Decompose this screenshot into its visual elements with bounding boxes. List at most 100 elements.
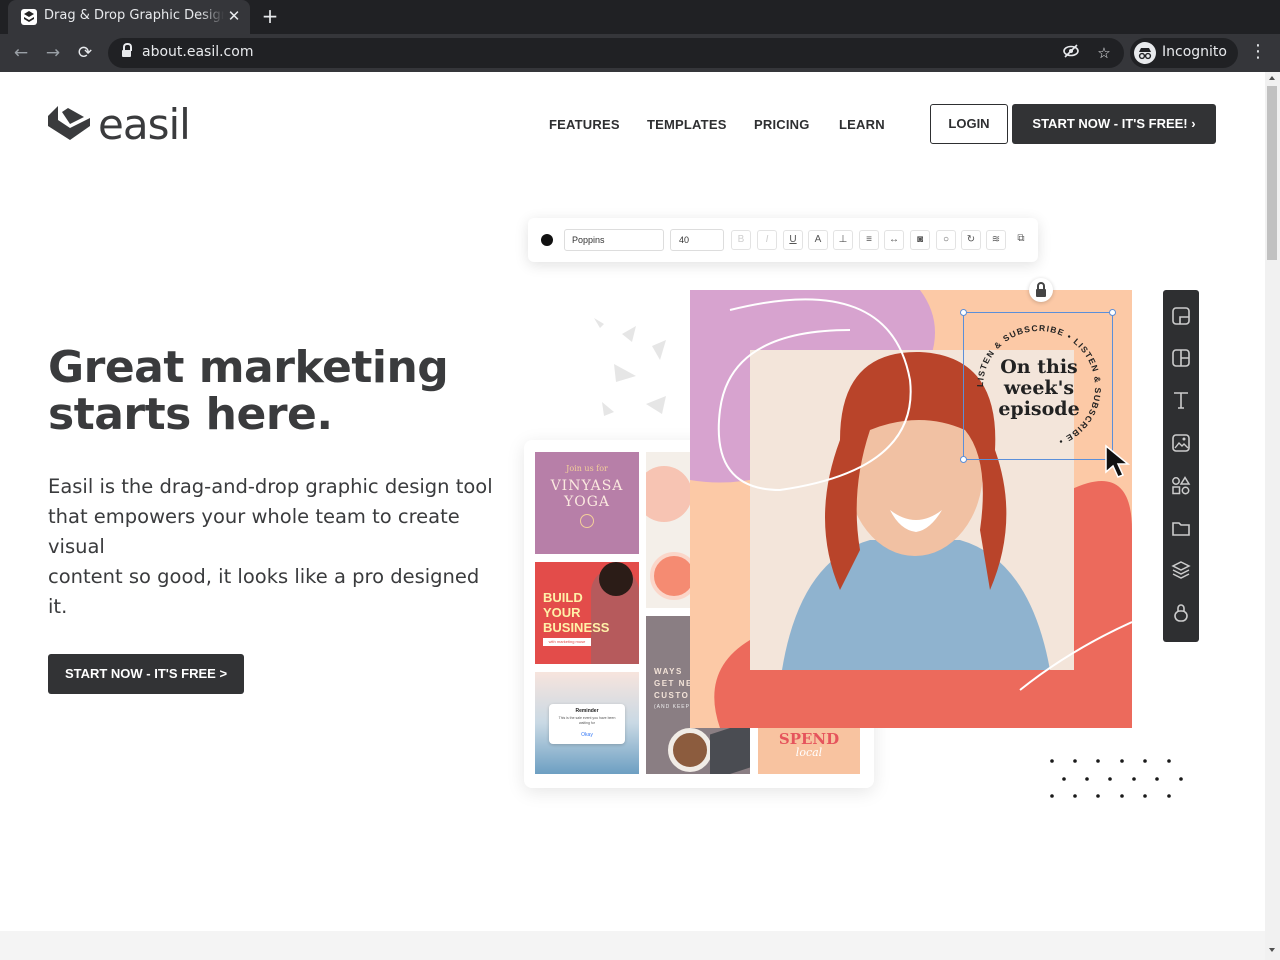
logo-text: easil — [98, 100, 191, 149]
hero-sub-line: Easil is the drag-and-drop graphic desig… — [48, 475, 493, 498]
layers-panel-icon — [1171, 561, 1191, 579]
login-button[interactable]: LOGIN — [930, 104, 1008, 144]
folder-panel-icon — [1172, 522, 1190, 536]
ways-line: GET NE — [654, 679, 693, 688]
ways-line: WAYS — [654, 667, 683, 676]
decorative-chevrons — [594, 318, 666, 416]
bookmark-star-icon[interactable]: ☆ — [1093, 42, 1115, 64]
resize-panel-icon — [1172, 307, 1190, 325]
bold-icon: B — [731, 230, 751, 250]
badge-line: On this — [1000, 356, 1078, 378]
incognito-badge[interactable]: Incognito — [1130, 38, 1238, 68]
thumb-reminder: Reminder This is the sale event you have… — [535, 672, 639, 774]
thumb-build-small: with marketing muse — [543, 638, 591, 646]
reminder-body: This is the sale event you have been wai… — [558, 716, 616, 725]
font-size-select: 40 — [670, 229, 724, 251]
circle-icon: ○ — [936, 230, 956, 250]
hero-subtitle: Easil is the drag-and-drop graphic desig… — [48, 472, 508, 622]
coffee-cup — [668, 728, 712, 772]
start-now-header-button[interactable]: START NOW - IT'S FREE! › — [1012, 104, 1216, 144]
layers-icon: ≋ — [986, 230, 1006, 250]
shapes-panel-icon — [1172, 476, 1191, 495]
reminder-title: Reminder — [575, 708, 599, 714]
incognito-label: Incognito — [1162, 44, 1227, 60]
browser-tab-bar: Drag & Drop Graphic Design ✕ + — [0, 0, 1280, 34]
align-icon: ≡ — [859, 230, 879, 250]
hero-title: Great marketing starts here. — [48, 344, 488, 438]
text-panel-icon — [1174, 392, 1188, 409]
reminder-dialog: Reminder This is the sale event you have… — [549, 704, 625, 744]
badge-line: episode — [998, 398, 1080, 420]
fruit-shape-1 — [646, 466, 692, 522]
hero-sub-line: it. — [48, 595, 68, 618]
hero-sub-line: content so good, it looks like a pro des… — [48, 565, 480, 588]
resize-handle — [1109, 309, 1116, 316]
thumb-yoga-small: Join us for — [566, 464, 608, 473]
tracking-blocked-icon[interactable] — [1060, 42, 1082, 64]
new-tab-button[interactable]: + — [258, 5, 282, 29]
hero-sub-line: that empowers your whole team to create — [48, 505, 460, 528]
underline-icon: U — [783, 230, 803, 250]
scroll-down-arrow-icon[interactable] — [1269, 948, 1275, 952]
browser-menu-icon[interactable]: ⋮ — [1249, 41, 1267, 65]
text-color-swatch — [541, 234, 553, 246]
image-panel-icon — [1172, 434, 1190, 452]
url-text[interactable]: about.easil.com — [142, 44, 253, 60]
layout-panel-icon — [1172, 349, 1190, 367]
thumb-yoga: Join us for VINYASA YOGA — [535, 452, 639, 554]
forward-button[interactable]: → — [40, 40, 66, 66]
build-line: YOUR — [543, 605, 581, 620]
lock-icon — [122, 43, 132, 58]
design-canvas: LISTEN & SUBSCRIBE • LISTEN & SUBSCRIBE … — [690, 290, 1132, 728]
brand-kit-panel-icon — [1174, 604, 1188, 622]
build-line: BUSINESS — [543, 620, 610, 635]
resize-handle — [960, 456, 967, 463]
incognito-icon — [1134, 42, 1156, 64]
lock-element-icon — [1029, 278, 1053, 302]
scroll-up-arrow-icon[interactable] — [1269, 76, 1275, 80]
back-button[interactable]: ← — [8, 40, 34, 66]
mouse-cursor-icon — [1105, 444, 1131, 478]
easil-logo[interactable]: easil — [48, 100, 198, 149]
tab-title: Drag & Drop Graphic Design — [44, 8, 224, 23]
easil-logo-icon — [48, 106, 90, 140]
thumb-build-business: BUILD YOUR BUSINESS with marketing muse — [535, 562, 639, 664]
badge-line: week's — [1003, 377, 1075, 399]
ways-line: CUSTO — [654, 691, 690, 700]
address-bar[interactable]: about.easil.com ☆ — [108, 38, 1124, 68]
thumb-ways-lines: WAYS GET NE CUSTO — [654, 666, 693, 702]
thumb-spend-small: local — [795, 746, 823, 759]
browser-tab[interactable]: Drag & Drop Graphic Design ✕ — [8, 0, 250, 34]
thumb-build-lines: BUILD YOUR BUSINESS — [543, 590, 609, 635]
editor-side-panel — [1163, 290, 1199, 642]
nav-features[interactable]: FEATURES — [549, 117, 620, 132]
decorative-dot-grid — [1050, 759, 1183, 798]
editor-text-toolbar: Poppins 40 B I U A ⊥ ≡ ↔ ◙ ○ ↻ ≋ ⧉ — [528, 218, 1038, 262]
reminder-ok: Okay — [581, 732, 593, 738]
nav-pricing[interactable]: PRICING — [754, 117, 810, 132]
next-section-edge — [0, 931, 1265, 960]
baseline-icon: ⊥ — [833, 230, 853, 250]
copy-icon: ⧉ — [1017, 233, 1025, 244]
italic-icon: I — [757, 230, 777, 250]
nav-learn[interactable]: LEARN — [839, 117, 885, 132]
reload-button[interactable]: ⟳ — [72, 40, 98, 66]
start-now-hero-button[interactable]: START NOW - IT'S FREE > — [48, 654, 244, 694]
rotate-icon: ↻ — [961, 230, 981, 250]
thumb-spend-local: SPEND local — [758, 722, 860, 774]
text-style-icon: A — [808, 230, 828, 250]
spacing-icon: ↔ — [884, 230, 904, 250]
badge-text: On this week's episode — [964, 357, 1114, 420]
resize-handle — [960, 309, 967, 316]
hero-sub-line: visual — [48, 535, 105, 558]
nav-templates[interactable]: TEMPLATES — [647, 117, 727, 132]
build-line: BUILD — [543, 590, 583, 605]
scroll-thumb[interactable] — [1267, 86, 1277, 260]
thumb-ways-small: (AND KEEP — [654, 704, 690, 710]
browser-toolbar: ← → ⟳ about.easil.com ☆ Incognito ⋮ — [0, 34, 1280, 72]
tab-close-icon[interactable]: ✕ — [225, 7, 243, 25]
easil-favicon-icon — [21, 9, 37, 25]
page-scrollbar[interactable] — [1265, 72, 1280, 960]
yoga-circle-icon — [580, 514, 594, 528]
hero-title-line1: Great marketing — [48, 342, 449, 393]
